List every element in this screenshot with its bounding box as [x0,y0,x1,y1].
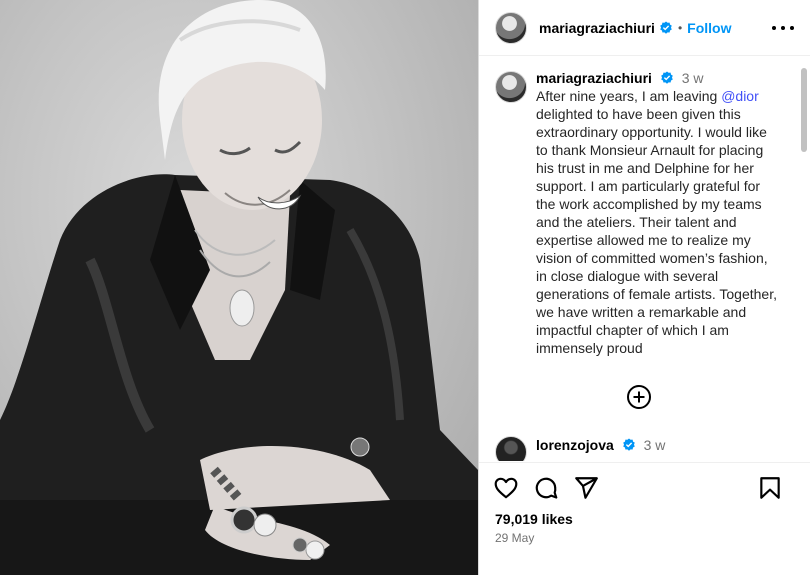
heart-icon[interactable] [493,475,519,501]
post-photo[interactable] [0,0,478,575]
caption-text-start: After nine years, I am leaving [536,88,722,104]
scroll-thumb[interactable] [801,68,807,152]
caption-comment: mariagraziachiuri 3 w After nine years, … [479,57,797,357]
comment-icon[interactable] [533,475,559,501]
post-header: mariagraziachiuri • Follow [479,0,810,56]
mention-link[interactable]: @dior [721,88,759,104]
follow-button[interactable]: Follow [687,20,731,36]
likes-count[interactable]: 79,019 likes [479,511,810,527]
comments-list[interactable]: mariagraziachiuri 3 w After nine years, … [479,57,797,461]
comments-scrollbar[interactable] [800,62,808,456]
send-icon[interactable] [573,475,599,501]
more-options-icon[interactable] [772,17,794,39]
caption-text-rest: delighted to have been given this extrao… [536,106,777,356]
author-username[interactable]: mariagraziachiuri [539,20,655,36]
commenter-avatar[interactable] [495,436,527,461]
verified-badge-icon [661,71,673,84]
comment-item: lorenzojova 3 w [495,436,665,461]
plus-circle-icon[interactable] [626,384,652,410]
caption-time[interactable]: 3 w [682,70,704,86]
post-date[interactable]: 29 May [479,527,810,545]
verified-badge-icon [660,20,672,34]
bookmark-icon[interactable] [757,475,783,501]
comment-time[interactable]: 3 w [644,437,666,453]
post-side-panel: mariagraziachiuri • Follow mariagraziach… [478,0,810,575]
caption-body: mariagraziachiuri 3 w After nine years, … [536,69,781,357]
caption-avatar[interactable] [495,71,527,103]
author-avatar[interactable] [495,11,527,44]
caption-username[interactable]: mariagraziachiuri [536,70,652,86]
caption-text: After nine years, I am leaving @dior del… [536,87,781,357]
post-actions: 79,019 likes 29 May [479,462,810,575]
portrait-image [0,0,478,575]
verified-badge-icon [622,438,635,451]
commenter-username[interactable]: lorenzojova [536,437,614,453]
header-separator: • [677,20,683,35]
